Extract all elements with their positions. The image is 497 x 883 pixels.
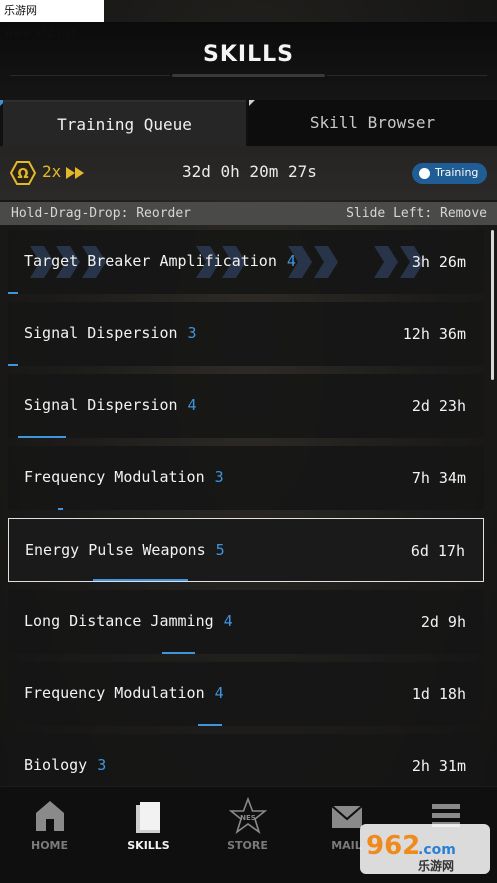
watermark-top: 乐游网 www.962.net (0, 0, 104, 39)
skill-name: Frequency Modulation 4 (24, 684, 224, 702)
queue-item[interactable]: Long Distance Jamming 4 2d 9h (8, 590, 484, 654)
watermark-brand: 962 (366, 831, 420, 861)
skill-duration: 2h 31m (411, 757, 466, 775)
skill-name: Energy Pulse Weapons 5 (25, 541, 225, 559)
skill-level: 4 (214, 684, 224, 702)
training-queue-list[interactable]: Target Breaker Amplification 4 3h 26m Sig… (0, 230, 497, 786)
queue-total-time: 32d 0h 20m 27s (182, 162, 317, 181)
hint-reorder: Hold-Drag-Drop: Reorder (11, 206, 192, 221)
skill-progress-bar (8, 364, 18, 366)
queue-item[interactable]: Frequency Modulation 4 1d 18h (8, 662, 484, 726)
svg-text:NES: NES (240, 814, 256, 822)
skill-level: 3 (187, 324, 197, 342)
training-toggle-label: Training (435, 166, 479, 179)
skill-multiplier: 2x (42, 162, 62, 181)
skill-duration: 7h 34m (411, 469, 466, 487)
queue-item[interactable]: Signal Dispersion 4 2d 23h (8, 374, 484, 438)
nav-skills-label: SKILLS (127, 839, 170, 852)
fast-forward-icon (66, 167, 84, 179)
tab-training-queue[interactable]: Training Queue (3, 100, 246, 146)
skill-level: 4 (286, 252, 296, 270)
skill-level: 3 (214, 468, 224, 486)
skill-name: Biology 3 (24, 756, 107, 774)
skill-duration: 12h 36m (402, 325, 466, 343)
skill-progress-bar (162, 652, 195, 654)
skills-book-icon (136, 802, 160, 833)
nav-store-label: STORE (227, 839, 268, 852)
skill-progress-bar (8, 292, 18, 294)
home-icon (36, 801, 64, 831)
title-divider-left (10, 75, 170, 76)
skill-level: 4 (187, 396, 197, 414)
skill-name: Target Breaker Amplification 4 (24, 252, 296, 270)
title-divider-right (327, 75, 487, 76)
watermark-logo: 962 .com 乐游网 (360, 824, 490, 874)
skill-duration: 2d 23h (411, 397, 466, 415)
skill-level: 3 (97, 756, 107, 774)
watermark-suffix: .com (418, 842, 456, 858)
watermark-sub: 乐游网 (418, 858, 454, 873)
skill-name: Signal Dispersion 3 (24, 324, 197, 342)
queue-item[interactable]: Biology 3 2h 31m (8, 734, 484, 786)
list-scrollbar[interactable] (491, 230, 494, 380)
skill-level: 5 (215, 541, 225, 559)
svg-text:Ω: Ω (17, 167, 28, 182)
skill-duration: 6d 17h (410, 542, 465, 560)
toggle-knob (419, 168, 430, 179)
queue-item[interactable]: Signal Dispersion 3 12h 36m (8, 302, 484, 366)
skill-duration: 1d 18h (411, 685, 466, 703)
skill-level: 4 (223, 612, 233, 630)
title-underline (172, 74, 325, 77)
page-title: SKILLS (203, 42, 294, 67)
nav-home[interactable]: HOME (0, 787, 99, 883)
hint-bar: Hold-Drag-Drop: Reorder Slide Left: Remo… (0, 202, 497, 225)
hint-remove: Slide Left: Remove (346, 206, 487, 221)
queue-item[interactable]: Frequency Modulation 3 7h 34m (8, 446, 484, 510)
nav-skills[interactable]: SKILLS (99, 787, 198, 883)
nes-star-icon: NES (228, 797, 268, 835)
tab-bar: Training Queue Skill Browser (0, 100, 497, 146)
skill-progress-bar (93, 579, 188, 581)
skill-duration: 3h 26m (411, 253, 466, 271)
nav-store[interactable]: NES STORE (198, 787, 297, 883)
skill-progress-bar (18, 436, 66, 438)
skill-duration: 2d 9h (420, 613, 466, 631)
skill-progress-bar (58, 508, 63, 510)
tab-skill-browser[interactable]: Skill Browser (248, 100, 497, 146)
tab-corner-marker (249, 100, 255, 106)
training-toggle[interactable]: Training (412, 163, 487, 184)
queue-item-selected[interactable]: Energy Pulse Weapons 5 6d 17h (8, 518, 484, 582)
queue-item[interactable]: Target Breaker Amplification 4 3h 26m (8, 230, 484, 294)
skill-name: Frequency Modulation 3 (24, 468, 224, 486)
skill-progress-bar (198, 724, 222, 726)
omega-icon: Ω (10, 161, 36, 185)
skill-name: Long Distance Jamming 4 (24, 612, 233, 630)
nav-home-label: HOME (30, 839, 69, 852)
skill-name: Signal Dispersion 4 (24, 396, 197, 414)
